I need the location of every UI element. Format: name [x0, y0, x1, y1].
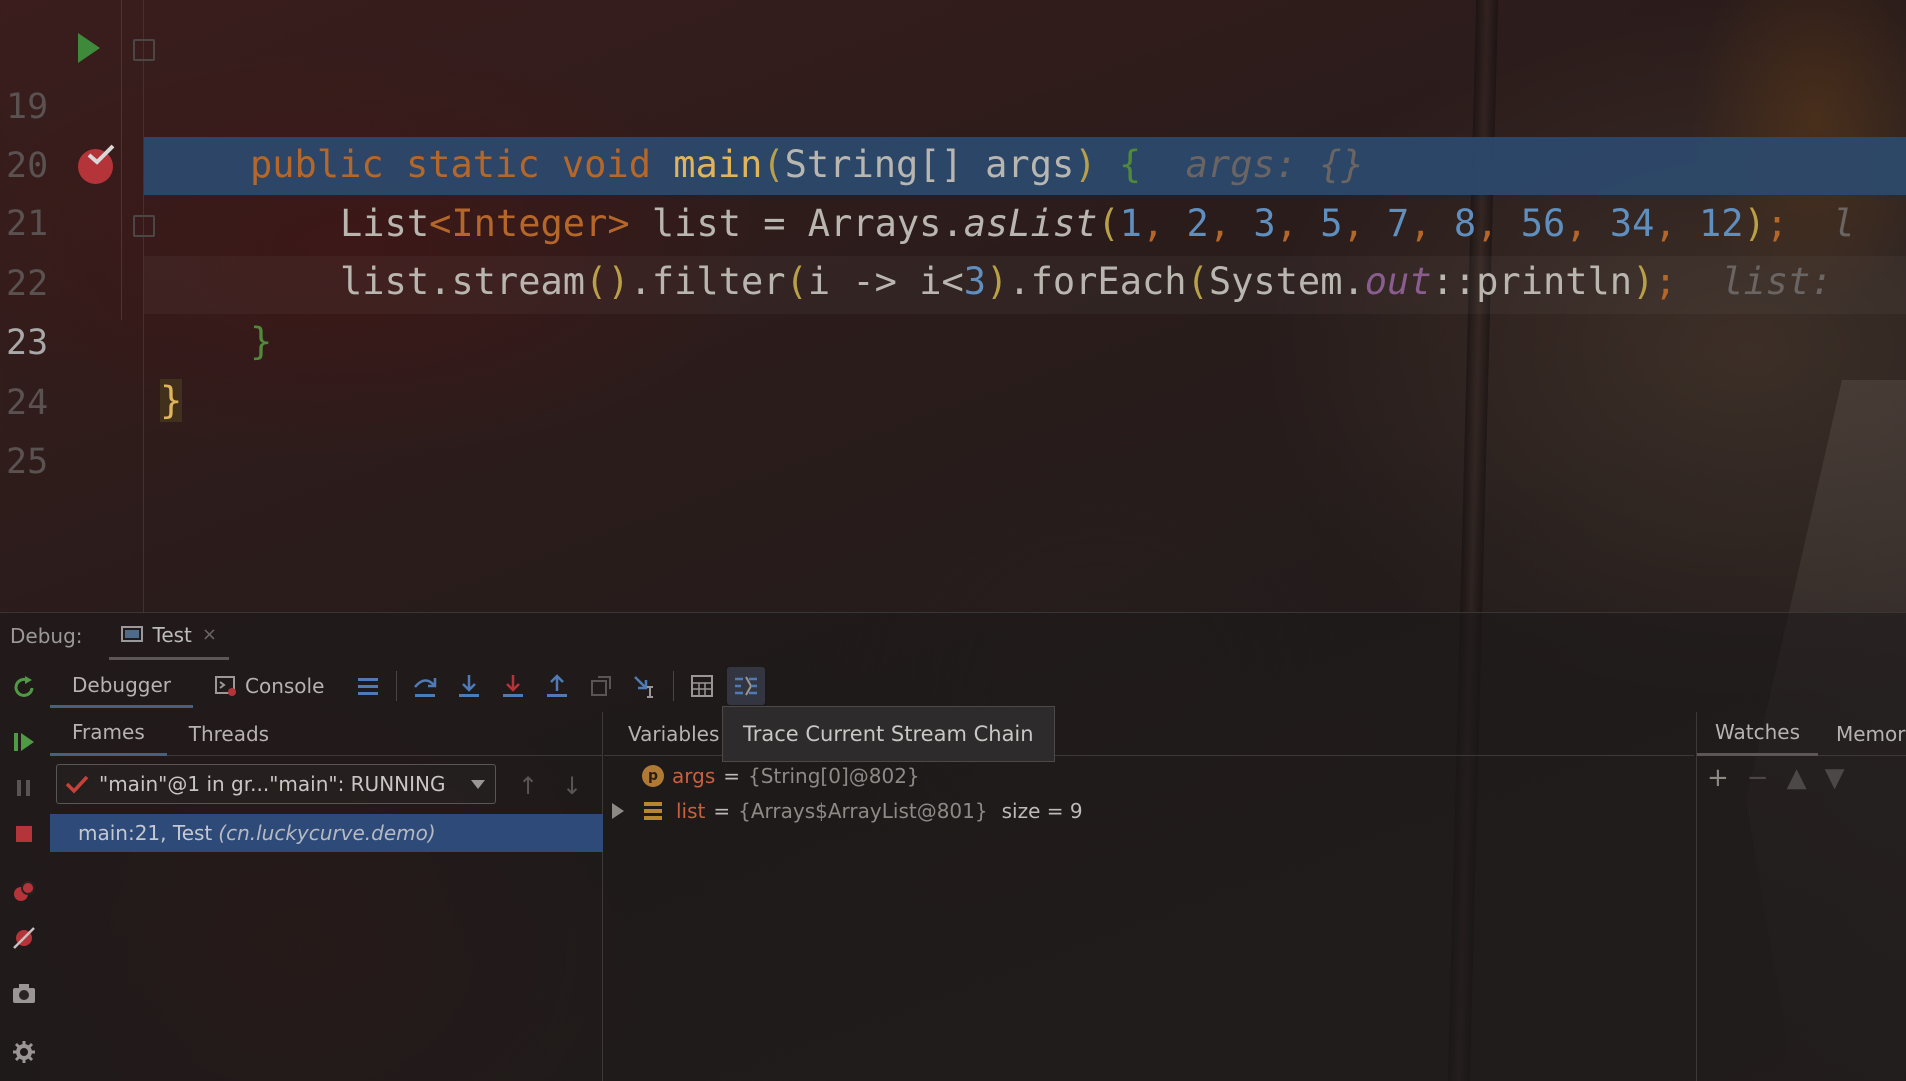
- move-down-icon[interactable]: ▼: [1825, 763, 1845, 793]
- watches-pane: Watches Memor + − ▲ ▼: [1696, 712, 1906, 1081]
- remove-watch-icon[interactable]: −: [1747, 763, 1769, 793]
- tab-threads[interactable]: Threads: [167, 712, 291, 756]
- trace-stream-chain-icon[interactable]: [727, 667, 766, 705]
- resume-icon[interactable]: [10, 728, 38, 756]
- camera-icon[interactable]: [10, 980, 38, 1008]
- variable-value: {Arrays$ArrayList@801}: [738, 799, 988, 823]
- arrow-up-icon[interactable]: ↑: [518, 772, 538, 800]
- chevron-down-icon: [471, 780, 485, 789]
- code-line-25: 25: [0, 375, 1906, 482]
- watches-tabs: Watches Memor: [1697, 712, 1906, 756]
- field-list-icon: [644, 802, 662, 820]
- session-tab-test[interactable]: Test ×: [108, 612, 229, 660]
- force-step-into-icon[interactable]: [494, 667, 532, 705]
- toolbar-separator: [673, 671, 675, 701]
- expand-arrow-icon[interactable]: [612, 803, 624, 819]
- close-icon[interactable]: ×: [202, 624, 217, 645]
- tab-watches-label: Watches: [1715, 720, 1800, 744]
- variable-equals: =: [713, 799, 731, 823]
- debug-label: Debug:: [10, 624, 83, 648]
- tab-memory[interactable]: Memor: [1818, 712, 1906, 756]
- toolbar-separator: [396, 671, 398, 701]
- thread-selector[interactable]: "main"@1 in gr..."main": RUNNING: [56, 764, 496, 804]
- tab-debugger-label: Debugger: [72, 672, 171, 697]
- view-breakpoints-icon[interactable]: [10, 878, 38, 906]
- tab-console-label: Console: [245, 674, 325, 698]
- code-line-20: 20 List<Integer> list = Arrays.asList(1,…: [0, 79, 1906, 245]
- frame-package: (cn.luckycurve.demo): [218, 821, 436, 845]
- evaluate-expression-icon[interactable]: [683, 667, 721, 705]
- watches-toolbar: + − ▲ ▼: [1697, 756, 1906, 800]
- tab-memory-label: Memor: [1836, 721, 1906, 746]
- step-out-icon[interactable]: [538, 667, 576, 705]
- console-session-icon: [120, 625, 143, 642]
- tab-debugger[interactable]: Debugger: [50, 664, 193, 708]
- step-over-icon[interactable]: [406, 667, 444, 705]
- pause-icon[interactable]: [10, 774, 38, 802]
- arrow-down-icon[interactable]: ↓: [562, 772, 582, 800]
- gear-icon[interactable]: [10, 1038, 38, 1066]
- code-line-23: 23 }: [0, 256, 1906, 422]
- add-watch-icon[interactable]: +: [1707, 763, 1729, 793]
- variable-value: {String[0]@802}: [748, 764, 920, 788]
- session-tab-label: Test: [152, 622, 192, 647]
- step-into-icon[interactable]: [450, 667, 488, 705]
- variable-name: args: [672, 764, 716, 788]
- tooltip-text: Trace Current Stream Chain: [743, 722, 1034, 746]
- stop-icon[interactable]: [10, 820, 38, 848]
- tab-threads-label: Threads: [188, 721, 270, 746]
- frames-pane: Frames Threads "main"@1 in gr..."main": …: [50, 712, 603, 1081]
- code-line-19: 19 public static void main(String[] args…: [0, 20, 1906, 186]
- variables-title: Variables: [628, 721, 720, 746]
- frames-tabs: Frames Threads: [50, 712, 602, 756]
- drop-frame-icon[interactable]: [582, 667, 620, 705]
- tooltip: Trace Current Stream Chain: [722, 706, 1055, 762]
- variable-equals: =: [723, 764, 741, 788]
- variable-size: size = 9: [1001, 799, 1083, 823]
- code-editor[interactable]: 19 public static void main(String[] args…: [0, 0, 1906, 612]
- debug-header: Debug: Test ×: [0, 612, 1906, 660]
- run-to-cursor-icon[interactable]: [626, 667, 664, 705]
- variable-row-args[interactable]: p args = {String[0]@802}: [642, 759, 920, 793]
- code-line-24: 24: [0, 316, 1906, 423]
- code-line-22: 22 }: [0, 197, 1906, 363]
- frame-method: main:21, Test: [78, 821, 213, 845]
- variable-row-list[interactable]: list = {Arrays$ArrayList@801} size = 9: [612, 794, 1083, 828]
- debugger-toolbar: Debugger Console: [50, 664, 768, 708]
- stack-frame-row[interactable]: main:21, Test (cn.luckycurve.demo): [50, 814, 603, 852]
- rerun-icon[interactable]: [10, 674, 38, 702]
- line-number: 25: [6, 442, 49, 482]
- layout-menu-icon[interactable]: [349, 667, 387, 705]
- variable-name: list: [676, 799, 706, 823]
- variables-pane: Variables Trace Current Stream Chain p a…: [604, 706, 1694, 1081]
- tab-watches[interactable]: Watches: [1697, 712, 1818, 756]
- mute-breakpoints-icon[interactable]: [10, 924, 38, 952]
- tab-frames[interactable]: Frames: [50, 712, 167, 756]
- debug-left-toolbar: [0, 664, 48, 1081]
- parameter-icon: p: [642, 765, 664, 787]
- thread-selector-value: "main"@1 in gr..."main": RUNNING: [99, 772, 446, 796]
- checkmark-icon: [65, 775, 89, 794]
- move-up-icon[interactable]: ▲: [1787, 763, 1807, 793]
- code-line-21: 21 list.stream().filter(i -> i<3).forEac…: [0, 137, 1906, 303]
- tab-console[interactable]: Console: [193, 664, 346, 708]
- tab-frames-label: Frames: [72, 720, 145, 744]
- console-icon: [215, 676, 236, 696]
